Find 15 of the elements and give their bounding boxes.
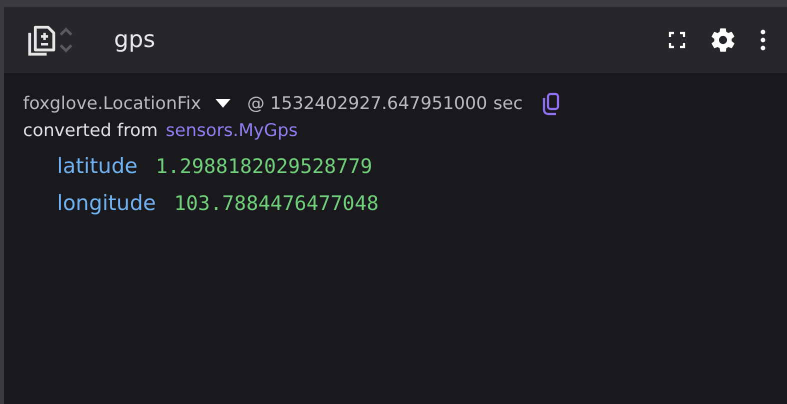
topic-title[interactable]: gps [114, 27, 156, 53]
field-value: 103.7884476477048 [174, 190, 379, 214]
schema-name: foxglove.LocationFix [23, 94, 202, 114]
converted-label: converted from [23, 121, 158, 141]
field-key: longitude [57, 190, 156, 214]
time-unit: sec [493, 94, 523, 114]
more-options-icon[interactable] [759, 28, 767, 52]
timestamp: @ 1532402927.647951000 [247, 94, 488, 114]
caret-icon[interactable] [215, 99, 232, 109]
field-key: latitude [57, 154, 138, 178]
fullscreen-icon[interactable] [667, 30, 687, 50]
copy-icon[interactable] [540, 92, 561, 116]
field-value: 1.2988182029528779 [156, 154, 372, 178]
settings-icon[interactable] [709, 26, 737, 54]
source-link[interactable]: sensors.MyGps [166, 121, 298, 141]
